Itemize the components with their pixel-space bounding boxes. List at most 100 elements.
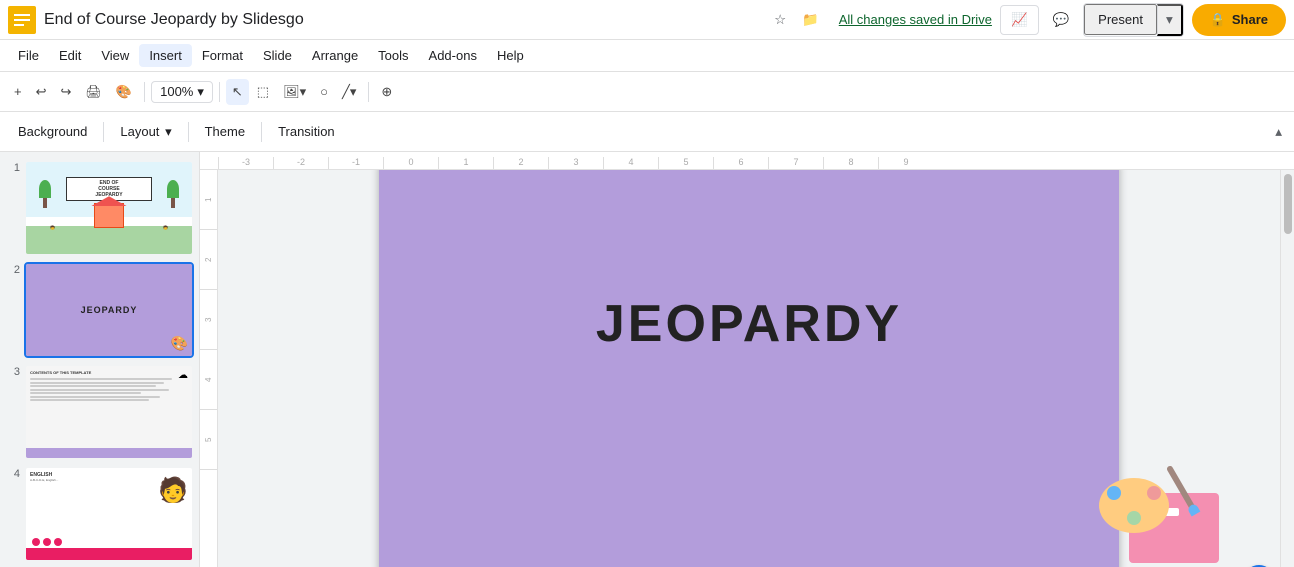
palette-dot-red bbox=[1147, 486, 1161, 500]
ruler-mark-v: 3 bbox=[200, 290, 217, 350]
menu-file[interactable]: File bbox=[8, 44, 49, 67]
slide-3-line bbox=[30, 389, 169, 391]
slide-thumb-2[interactable]: JEOPARDY 🎨 bbox=[24, 262, 194, 358]
lock-icon: 🔒 bbox=[1210, 12, 1226, 28]
slide-item-3[interactable]: 3 CONTENTS OF THIS TEMPLATE ☁ bbox=[4, 364, 195, 460]
transition-button[interactable]: Transition bbox=[268, 119, 345, 144]
ruler-mark-v: 2 bbox=[200, 230, 217, 290]
main-layout: 1 END OFCOURSEJEOPARDY bbox=[0, 152, 1294, 567]
vertical-scrollbar[interactable] bbox=[1280, 170, 1294, 567]
ruler-h-marks: -3 -2 -1 0 1 2 3 4 5 6 7 8 9 bbox=[218, 157, 933, 169]
slide-3-lines bbox=[30, 378, 188, 401]
app-icon bbox=[8, 6, 36, 34]
analytics-button[interactable]: 📈 bbox=[1000, 5, 1039, 35]
ruler-mark: 4 bbox=[603, 157, 658, 169]
slide-thumb-1[interactable]: END OFCOURSEJEOPARDY 🧒 🧒 bbox=[24, 160, 194, 256]
format-toolbar: Background Layout ▾ Theme Transition ▴ bbox=[0, 112, 1294, 152]
folder-button[interactable]: 📁 bbox=[798, 8, 823, 32]
menu-view[interactable]: View bbox=[91, 44, 139, 67]
palette-body bbox=[1099, 478, 1169, 533]
ruler-mark-v: 4 bbox=[200, 350, 217, 410]
slide-item-4[interactable]: 4 ENGLISH A-B-C-D-E, English... 🧑 bbox=[4, 466, 195, 562]
slide-canvas[interactable]: JEOPARDY bbox=[379, 170, 1119, 567]
image-dropdown-icon: ▾ bbox=[300, 84, 307, 100]
slide-1-tree-right bbox=[164, 180, 182, 208]
chevron-up-icon: ▴ bbox=[1275, 124, 1282, 139]
trend-icon: 📈 bbox=[1011, 12, 1028, 27]
ruler-mark: 2 bbox=[493, 157, 548, 169]
background-button[interactable]: Background bbox=[8, 119, 97, 144]
format-sep-2 bbox=[188, 122, 189, 142]
slide-2-title: JEOPARDY bbox=[81, 305, 138, 315]
slide-4-thumbnail: ENGLISH A-B-C-D-E, English... 🧑 bbox=[26, 468, 192, 560]
menu-addons[interactable]: Add-ons bbox=[419, 44, 487, 67]
redo-button[interactable]: ↪ bbox=[55, 79, 78, 105]
shape-tool-button[interactable]: ○ bbox=[314, 79, 334, 104]
saved-status[interactable]: All changes saved in Drive bbox=[839, 12, 992, 27]
menu-edit[interactable]: Edit bbox=[49, 44, 91, 67]
cursor-tool-button[interactable]: ↖ bbox=[226, 79, 249, 105]
slide-3-line bbox=[30, 382, 164, 384]
slide-3-title: CONTENTS OF THIS TEMPLATE bbox=[30, 370, 188, 375]
palette-dot-blue bbox=[1107, 486, 1121, 500]
menu-tools[interactable]: Tools bbox=[368, 44, 418, 67]
slide-2-decoration: 🎨 bbox=[171, 335, 188, 352]
star-button[interactable]: ☆ bbox=[770, 8, 790, 32]
slide-thumb-4[interactable]: ENGLISH A-B-C-D-E, English... 🧑 bbox=[24, 466, 194, 562]
horizontal-ruler: -3 -2 -1 0 1 2 3 4 5 6 7 8 9 bbox=[200, 152, 1294, 170]
slide-number-2: 2 bbox=[4, 262, 20, 276]
title-bar: End of Course Jeopardy by Slidesgo ☆ 📁 A… bbox=[0, 0, 1294, 40]
ruler-mark-v: 1 bbox=[200, 170, 217, 230]
present-dropdown-icon: ▾ bbox=[1166, 12, 1173, 27]
line-tool-button[interactable]: ╱ ▾ bbox=[336, 79, 362, 105]
slide-thumb-3[interactable]: CONTENTS OF THIS TEMPLATE ☁ bbox=[24, 364, 194, 460]
slide-1-title-text: END OFCOURSEJEOPARDY bbox=[71, 180, 147, 198]
select-tool-button[interactable]: ⬚ bbox=[251, 79, 275, 105]
toolbar-separator-1 bbox=[144, 82, 145, 102]
menu-format[interactable]: Format bbox=[192, 44, 253, 67]
line-icon: ╱ bbox=[342, 84, 350, 100]
shape-icon: ○ bbox=[320, 84, 328, 99]
print-button[interactable]: 🖨 bbox=[79, 79, 108, 105]
ruler-mark: -2 bbox=[273, 157, 328, 169]
comments-button[interactable]: 💬 bbox=[1047, 6, 1076, 34]
slide-item-1[interactable]: 1 END OFCOURSEJEOPARDY bbox=[4, 160, 195, 256]
select-icon: ⬚ bbox=[257, 84, 269, 100]
slide-3-line bbox=[30, 385, 156, 387]
zoom-dropdown-icon: ▾ bbox=[197, 84, 204, 100]
menu-slide[interactable]: Slide bbox=[253, 44, 302, 67]
ruler-mark: -3 bbox=[218, 157, 273, 169]
scrollbar-thumb[interactable] bbox=[1284, 174, 1292, 234]
canvas-scroll[interactable]: JEOPARDY bbox=[218, 170, 1280, 567]
add-button[interactable]: + bbox=[8, 79, 28, 104]
collapse-toolbar-button[interactable]: ▴ bbox=[1271, 120, 1286, 144]
image-icon: 🖼 bbox=[283, 84, 300, 100]
canvas-slide-title[interactable]: JEOPARDY bbox=[596, 294, 902, 354]
format-sep-3 bbox=[261, 122, 262, 142]
menu-arrange[interactable]: Arrange bbox=[302, 44, 368, 67]
present-dropdown-button[interactable]: ▾ bbox=[1157, 4, 1183, 36]
slide-item-2[interactable]: 2 JEOPARDY 🎨 bbox=[4, 262, 195, 358]
insert-button[interactable]: ⊕ bbox=[375, 79, 398, 105]
ruler-mark: 5 bbox=[658, 157, 713, 169]
folder-icon: 📁 bbox=[802, 12, 819, 27]
zoom-control[interactable]: 100% ▾ bbox=[151, 81, 213, 103]
cursor-icon: ↖ bbox=[232, 84, 243, 100]
share-label: Share bbox=[1232, 12, 1268, 27]
slide-1-building bbox=[94, 203, 124, 228]
paint-format-button[interactable]: 🎨 bbox=[110, 79, 138, 105]
slide-number-4: 4 bbox=[4, 466, 20, 480]
undo-button[interactable]: ↩ bbox=[30, 79, 53, 105]
share-button[interactable]: 🔒 Share bbox=[1192, 4, 1286, 36]
slide-3-line bbox=[30, 378, 172, 380]
format-sep-1 bbox=[103, 122, 104, 142]
theme-button[interactable]: Theme bbox=[195, 119, 255, 144]
slide-3-line bbox=[30, 399, 149, 401]
layout-button[interactable]: Layout ▾ bbox=[110, 119, 181, 145]
image-tool-button[interactable]: 🖼 ▾ bbox=[277, 79, 312, 105]
slide-4-dot-2 bbox=[43, 538, 51, 546]
toolbar-separator-3 bbox=[368, 82, 369, 102]
present-main-button[interactable]: Present bbox=[1084, 4, 1157, 35]
menu-insert[interactable]: Insert bbox=[139, 44, 192, 67]
menu-help[interactable]: Help bbox=[487, 44, 534, 67]
